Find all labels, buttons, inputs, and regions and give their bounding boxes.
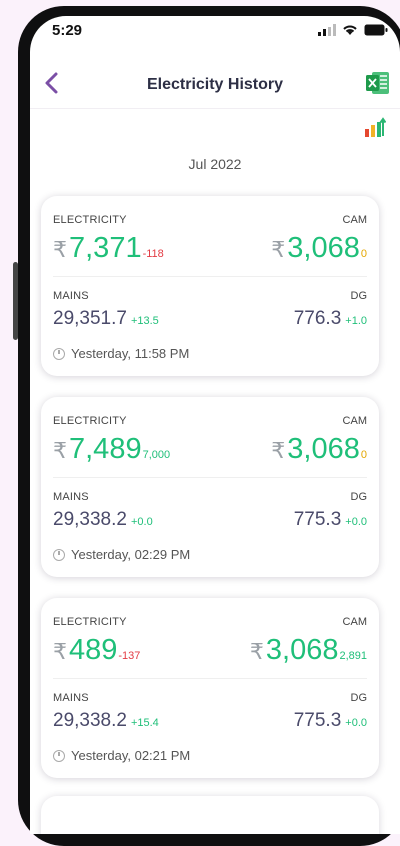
dg-change: +0.0 (345, 717, 367, 729)
bar-chart-icon (365, 117, 387, 137)
mains-label: MAINS (53, 692, 89, 704)
rupee-symbol: ₹ (271, 237, 286, 262)
electricity-change: -118 (142, 248, 164, 260)
clock-icon (53, 548, 65, 561)
dg-value: 776.3 (293, 308, 342, 329)
electricity-label: ELECTRICITY (53, 214, 127, 226)
excel-icon (366, 72, 389, 94)
dg-change: +1.0 (345, 315, 367, 327)
reading-card[interactable]: ELECTRICITY CAM ₹7,4897,000 ₹3,0680 MAIN… (41, 397, 379, 577)
rupee-symbol: ₹ (53, 438, 67, 463)
mains-change: +15.4 (130, 717, 159, 729)
reading-card[interactable]: ELECTRICITY CAM ₹489-137 ₹3,0682,891 MAI… (41, 598, 379, 778)
month-header: Jul 2022 (188, 156, 242, 172)
electricity-amount: ₹489-137 (53, 634, 140, 667)
rupee-symbol: ₹ (249, 639, 264, 664)
wifi-icon (343, 25, 357, 35)
status-icons (318, 24, 388, 36)
mains-reading: 29,351.7 +13.5 (53, 308, 159, 330)
electricity-amount: ₹7,4897,000 (53, 433, 170, 466)
dg-reading: 775.3 +0.0 (294, 509, 367, 531)
dg-reading: 776.3 +1.0 (294, 308, 367, 330)
timestamp: Yesterday, 11:58 PM (71, 346, 190, 361)
cam-value: 3,068 (265, 634, 339, 666)
meter-row: MAINS DG 29,338.2 +15.4 775.3 +0.0 (53, 692, 367, 742)
electricity-label: ELECTRICITY (53, 616, 127, 628)
dg-label: DG (350, 692, 368, 704)
page-title: Electricity History (146, 76, 284, 93)
timestamp-row: Yesterday, 11:58 PM (53, 346, 189, 361)
cam-change: 0 (360, 248, 367, 260)
mains-label: MAINS (53, 290, 89, 302)
card-divider (53, 477, 367, 478)
mains-reading: 29,338.2 +0.0 (53, 509, 153, 531)
mains-label: MAINS (53, 491, 89, 503)
export-excel-button[interactable] (366, 70, 390, 101)
cam-label: CAM (342, 415, 367, 427)
meter-row: MAINS DG 29,351.7 +13.5 776.3 +1.0 (53, 290, 367, 340)
signal-icon (318, 24, 336, 36)
mains-value: 29,338.2 (53, 710, 127, 731)
electricity-amount: ₹7,371-118 (53, 232, 164, 265)
cam-label: CAM (342, 616, 367, 628)
chart-view-button[interactable] (364, 116, 387, 143)
mains-value: 29,338.2 (53, 509, 127, 530)
dg-reading: 775.3 +0.0 (294, 710, 367, 732)
timestamp: Yesterday, 02:29 PM (71, 547, 191, 562)
reading-card-partial[interactable] (41, 796, 379, 834)
mains-change: +13.5 (130, 315, 159, 327)
dg-value: 775.3 (293, 509, 342, 530)
clock-icon (53, 749, 65, 762)
billing-row: ELECTRICITY CAM ₹489-137 ₹3,0682,891 (53, 616, 367, 676)
cam-amount: ₹3,0680 (271, 433, 367, 466)
cam-amount: ₹3,0682,891 (250, 634, 367, 667)
timestamp-row: Yesterday, 02:21 PM (53, 748, 190, 763)
card-divider (53, 678, 367, 679)
dg-value: 775.3 (293, 710, 342, 731)
battery-icon (364, 24, 388, 36)
electricity-value: 489 (69, 634, 118, 666)
timestamp: Yesterday, 02:21 PM (71, 748, 191, 763)
electricity-label: ELECTRICITY (53, 415, 127, 427)
mains-value: 29,351.7 (53, 308, 127, 329)
dg-label: DG (350, 290, 368, 302)
clock-icon (53, 347, 65, 360)
cam-label: CAM (342, 214, 367, 226)
cam-value: 3,068 (287, 232, 360, 264)
electricity-value: 7,489 (69, 433, 142, 465)
electricity-change: 7,000 (142, 449, 171, 461)
dg-label: DG (350, 491, 368, 503)
cam-value: 3,068 (287, 433, 360, 465)
cam-change: 0 (360, 449, 367, 461)
billing-row: ELECTRICITY CAM ₹7,4897,000 ₹3,0680 (53, 415, 367, 475)
electricity-value: 7,371 (69, 232, 142, 264)
rupee-symbol: ₹ (271, 438, 286, 463)
timestamp-row: Yesterday, 02:29 PM (53, 547, 190, 562)
billing-row: ELECTRICITY CAM ₹7,371-118 ₹3,0680 (53, 214, 367, 274)
status-time: 5:29 (52, 22, 83, 39)
electricity-change: -137 (118, 650, 141, 662)
cam-amount: ₹3,0680 (271, 232, 367, 265)
navigation-bar: Electricity History (30, 64, 400, 109)
mains-change: +0.0 (130, 516, 153, 528)
mains-reading: 29,338.2 +15.4 (53, 710, 159, 732)
cam-change: 2,891 (339, 650, 367, 662)
reading-card[interactable]: ELECTRICITY CAM ₹7,371-118 ₹3,0680 MAINS… (41, 196, 379, 376)
card-divider (53, 276, 367, 277)
status-bar: 5:29 (30, 16, 400, 46)
meter-row: MAINS DG 29,338.2 +0.0 775.3 +0.0 (53, 491, 367, 541)
app-screen: 5:29 Electricity History Jul 2022 ELECTR… (30, 16, 400, 834)
rupee-symbol: ₹ (53, 639, 67, 664)
dg-change: +0.0 (345, 516, 367, 528)
rupee-symbol: ₹ (53, 237, 67, 262)
